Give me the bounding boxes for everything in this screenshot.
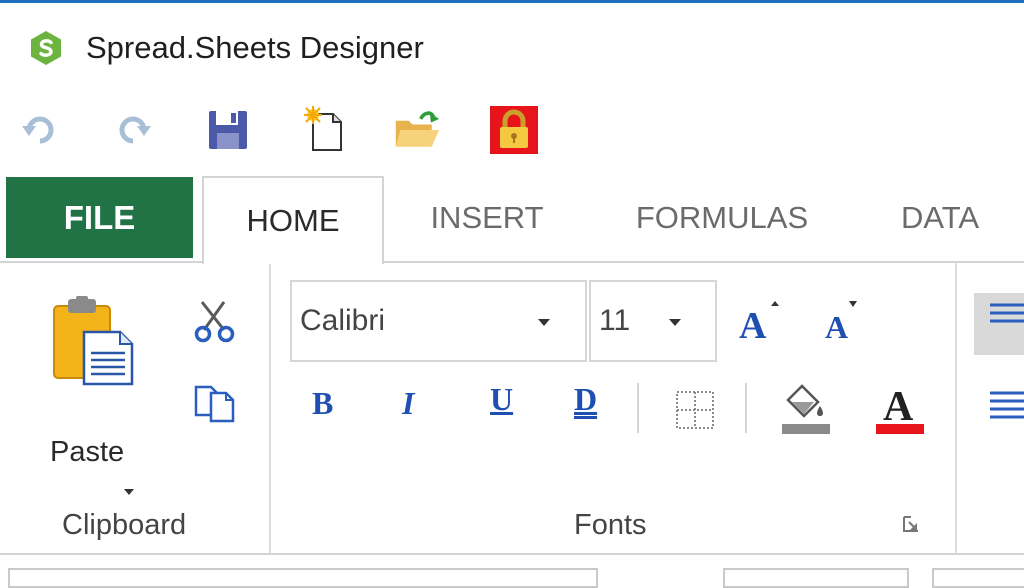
ribbon-home: Paste Clipboard Calibri 11 A A B I U D A… <box>0 263 1024 556</box>
open-button[interactable] <box>393 106 441 154</box>
font-size-value: 11 <box>599 304 631 337</box>
copy-button[interactable] <box>190 378 240 428</box>
fill-color-button[interactable] <box>778 378 834 438</box>
copy-icon <box>194 385 235 423</box>
app-logo-icon <box>31 31 61 65</box>
paste-dropdown-icon[interactable] <box>124 489 134 495</box>
font-family-value: Calibri <box>300 304 386 337</box>
paint-bucket-icon <box>782 384 830 434</box>
borders-icon <box>676 391 714 429</box>
align-left-button[interactable] <box>974 375 1024 435</box>
protect-button[interactable] <box>490 106 538 154</box>
redo-icon <box>119 116 151 144</box>
font-color-glyph: A <box>883 384 914 430</box>
fonts-group-label: Fonts <box>574 509 647 541</box>
formula-bar-row <box>0 558 1024 588</box>
italic-button[interactable]: I <box>402 385 414 422</box>
align-left-icon <box>990 391 1024 419</box>
align-top-button[interactable] <box>974 293 1024 355</box>
font-size-dropdown-icon[interactable] <box>669 319 681 326</box>
grow-font-icon: A <box>739 301 779 342</box>
decrease-font-size-button[interactable]: A <box>818 295 868 345</box>
scissors-icon <box>194 301 235 343</box>
clipboard-group-label: Clipboard <box>62 509 187 541</box>
cut-button[interactable] <box>190 297 240 347</box>
quick-access-toolbar <box>0 100 1024 160</box>
format-separator <box>637 383 639 433</box>
title-bar: Spread.Sheets Designer <box>0 3 1024 89</box>
formula-input[interactable] <box>932 568 1024 588</box>
app-title: Spread.Sheets Designer <box>86 30 424 65</box>
font-family-combo[interactable]: Calibri <box>290 280 587 362</box>
formula-controls[interactable] <box>723 568 909 588</box>
font-color-button[interactable]: A <box>872 376 928 438</box>
double-underline-button[interactable]: D <box>574 381 597 418</box>
dialog-launcher-icon <box>903 516 918 532</box>
borders-button[interactable] <box>670 385 720 435</box>
group-separator <box>269 263 271 553</box>
grow-font-glyph: A <box>739 305 767 342</box>
align-top-icon <box>990 303 1024 323</box>
tab-data[interactable]: DATA <box>880 175 1000 261</box>
tab-home[interactable]: HOME <box>202 176 384 264</box>
font-family-dropdown-icon[interactable] <box>538 319 550 326</box>
font-settings-launcher[interactable] <box>898 511 924 537</box>
underline-button[interactable]: U <box>490 381 513 418</box>
paste-label: Paste <box>50 436 125 468</box>
group-separator-2 <box>955 263 957 553</box>
undo-button[interactable] <box>15 106 63 154</box>
new-document-button[interactable] <box>300 106 348 154</box>
ribbon-tabs: FILE HOME INSERT FORMULAS DATA <box>0 175 1024 264</box>
name-box-input[interactable] <box>8 568 598 588</box>
shrink-font-icon: A <box>825 301 857 342</box>
tab-formulas[interactable]: FORMULAS <box>606 175 838 261</box>
shrink-font-glyph: A <box>825 309 848 342</box>
redo-button[interactable] <box>110 106 158 154</box>
lock-icon <box>490 106 538 154</box>
paste-button[interactable]: Paste <box>50 296 140 495</box>
paste-icon <box>53 296 134 386</box>
save-button[interactable] <box>204 106 252 154</box>
tab-file[interactable]: FILE <box>6 177 193 258</box>
format-separator-2 <box>745 383 747 433</box>
new-document-icon <box>304 106 342 151</box>
increase-font-size-button[interactable]: A <box>736 295 786 345</box>
open-folder-icon <box>395 111 440 147</box>
save-icon <box>209 111 247 149</box>
font-size-combo[interactable]: 11 <box>589 280 717 362</box>
bold-button[interactable]: B <box>312 385 333 422</box>
undo-icon <box>22 116 54 144</box>
ribbon-bottom-border <box>0 553 1024 555</box>
font-color-icon: A <box>876 384 924 434</box>
tab-insert[interactable]: INSERT <box>406 175 568 261</box>
